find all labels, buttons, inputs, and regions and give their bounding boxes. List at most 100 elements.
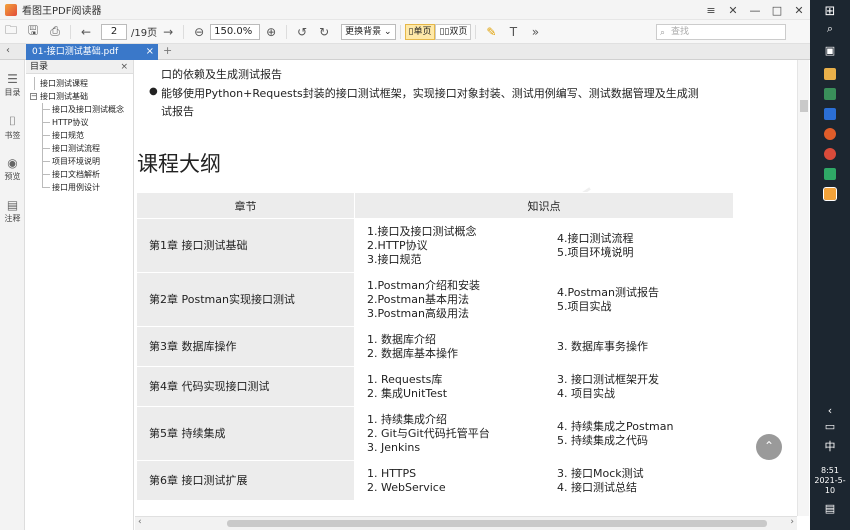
- scrollbar-thumb[interactable]: [800, 100, 808, 112]
- point-line: 3. 接口测试框架开发: [557, 372, 659, 386]
- point-line: 1. Requests库: [367, 372, 443, 386]
- close-button[interactable]: ✕: [788, 0, 810, 20]
- point-line: 1. HTTPS: [367, 466, 417, 480]
- background-select[interactable]: 更换背景 ⌄: [341, 23, 396, 40]
- double-page-label: 双页: [449, 26, 468, 37]
- outline-subitem[interactable]: 项目环境说明: [26, 155, 133, 168]
- document-tab[interactable]: 01-接口测试基础.pdf ×: [26, 44, 158, 60]
- notification-icon[interactable]: ▤: [810, 502, 850, 515]
- file-explorer-icon[interactable]: [824, 68, 836, 80]
- app-icon[interactable]: [824, 88, 836, 100]
- scrollbar-thumb[interactable]: [227, 520, 767, 527]
- more-icon[interactable]: »: [524, 22, 546, 42]
- single-page-button[interactable]: ▯ 单页: [404, 23, 436, 40]
- toc-icon: ☰: [7, 72, 18, 86]
- page-number-input[interactable]: 2: [101, 23, 127, 40]
- sidebar-item-comment[interactable]: ▤ 注释: [0, 198, 25, 224]
- outline-item-label: 接口测试基础: [40, 92, 88, 101]
- points-cell: 4. 持续集成之Postman 5. 持续集成之代码: [544, 406, 734, 461]
- outline-item[interactable]: − 接口测试基础: [26, 90, 133, 103]
- tree-branch: [42, 135, 50, 136]
- network-icon[interactable]: ▭: [810, 420, 850, 433]
- search-icon[interactable]: ⌕: [810, 22, 850, 36]
- point-line: 2. 集成UnitTest: [367, 386, 448, 400]
- outline-subitem[interactable]: 接口规范: [26, 129, 133, 142]
- main-toolbar: 🗀 🖫 ⎙ ← 2 /19页 → ⊖ 150.0% ⊕ ↺ ↻ 更换背景 ⌄ ▯…: [0, 20, 810, 44]
- table-row: 第3章 数据库操作 1. 数据库介绍 2. 数据库基本操作 3. 数据库事务操作: [136, 326, 734, 367]
- point-line: 1.接口及接口测试概念: [367, 224, 477, 238]
- table-row: 第6章 接口测试扩展 1. HTTPS 2. WebService 3. 接口Mo…: [136, 460, 734, 501]
- highlighter-icon[interactable]: ✎: [480, 22, 502, 42]
- sidebar-item-bookmark[interactable]: ⌷ 书签: [0, 114, 25, 141]
- save-icon[interactable]: 🖫: [22, 22, 44, 42]
- outline-subitem-label: HTTP协议: [52, 118, 89, 127]
- clock[interactable]: 8:51 2021-5-10: [810, 466, 850, 496]
- point-line: 5.项目实战: [557, 299, 612, 313]
- chapter-cell: 第5章 持续集成: [136, 406, 355, 461]
- sidebar-item-label: 目录: [4, 88, 21, 97]
- point-line: 1. 持续集成介绍: [367, 412, 447, 426]
- outline-close-icon[interactable]: ×: [120, 60, 128, 74]
- sidebar-item-preview[interactable]: ◉ 预览: [0, 156, 25, 182]
- app-icon[interactable]: [824, 168, 836, 180]
- points-cell: 1. 持续集成介绍 2. Git与Git代码托管平台 3. Jenkins: [354, 406, 545, 461]
- scroll-to-top-button[interactable]: ⌃: [756, 434, 782, 460]
- chrome-icon[interactable]: [824, 148, 836, 160]
- text-tool-icon[interactable]: T: [502, 22, 524, 42]
- divider: [183, 24, 185, 39]
- new-tab-button[interactable]: +: [163, 44, 172, 57]
- tab-label: 01-接口测试基础.pdf: [32, 47, 119, 57]
- task-view-icon[interactable]: ▣: [810, 44, 850, 57]
- zoom-select[interactable]: 150.0%: [210, 23, 261, 40]
- point-line: 1. 数据库介绍: [367, 332, 436, 346]
- points-cell: 1. HTTPS 2. WebService: [354, 460, 545, 501]
- search-input[interactable]: ⌕ 查找: [656, 24, 786, 40]
- app-icon[interactable]: [824, 108, 836, 120]
- print-icon[interactable]: ⎙: [44, 22, 66, 42]
- divider: [475, 24, 477, 39]
- chevron-left-icon[interactable]: ‹: [810, 404, 850, 417]
- browser-icon[interactable]: [824, 128, 836, 140]
- zoom-out-icon[interactable]: ⊖: [188, 22, 210, 42]
- pdf-reader-taskbar-icon[interactable]: [823, 187, 837, 201]
- fullscreen-icon[interactable]: ✕: [722, 0, 744, 20]
- collapse-icon[interactable]: −: [30, 93, 37, 100]
- scroll-left-icon[interactable]: ‹: [138, 517, 142, 527]
- minimize-button[interactable]: —: [744, 0, 766, 20]
- vertical-scrollbar[interactable]: [797, 60, 809, 516]
- double-page-button[interactable]: ▯▯ 双页: [435, 23, 472, 40]
- bullet-text: 能够使用Python+Requests封装的接口测试框架，实现接口对象封装、测试…: [161, 87, 699, 100]
- outline-subitem[interactable]: 接口及接口测试概念: [26, 103, 133, 116]
- outline-subitem-label: 接口及接口测试概念: [52, 105, 124, 114]
- rotate-left-icon[interactable]: ↺: [291, 22, 313, 42]
- point-line: 5.项目环境说明: [557, 245, 634, 259]
- zoom-in-icon[interactable]: ⊕: [260, 22, 282, 42]
- open-folder-icon[interactable]: 🗀: [0, 22, 22, 42]
- sidebar-item-toc[interactable]: ☰ 目录: [0, 72, 25, 98]
- os-taskbar: ⊞ ⌕ ▣ ‹ ▭ 中 8:51 2021-5-10 ▤: [810, 0, 850, 530]
- horizontal-scrollbar[interactable]: ‹ ›: [135, 516, 797, 530]
- tab-close-icon[interactable]: ×: [146, 44, 154, 60]
- windows-start-icon[interactable]: ⊞: [810, 4, 850, 19]
- outline-subitem-label: 接口文档解析: [52, 170, 100, 179]
- outline-subitem[interactable]: 接口测试流程: [26, 142, 133, 155]
- ime-indicator[interactable]: 中: [810, 438, 850, 454]
- prev-page-icon[interactable]: ←: [75, 22, 97, 42]
- rotate-right-icon[interactable]: ↻: [313, 22, 335, 42]
- outline-subitem[interactable]: 接口用例设计: [26, 181, 133, 194]
- outline-subitem[interactable]: 接口文档解析: [26, 168, 133, 181]
- outline-item[interactable]: 接口测试课程: [26, 77, 133, 90]
- bookmark-icon: ⌷: [8, 114, 17, 128]
- menu-icon[interactable]: ≡: [700, 0, 722, 20]
- next-page-icon[interactable]: →: [157, 22, 179, 42]
- preview-icon: ◉: [7, 156, 18, 170]
- title-bar: 看图王PDF阅读器 ≡ ✕ — □ ✕: [0, 0, 810, 20]
- outline-subitem[interactable]: HTTP协议: [26, 116, 133, 129]
- tab-scroll-left-icon[interactable]: ‹: [6, 45, 10, 56]
- points-cell: 4.Postman测试报告 5.项目实战: [544, 272, 734, 327]
- outline-title: 目录: [30, 62, 49, 72]
- maximize-button[interactable]: □: [766, 0, 788, 20]
- sidebar-item-label: 注释: [4, 214, 21, 223]
- tree-line: [34, 77, 35, 90]
- scroll-right-icon[interactable]: ›: [790, 517, 794, 527]
